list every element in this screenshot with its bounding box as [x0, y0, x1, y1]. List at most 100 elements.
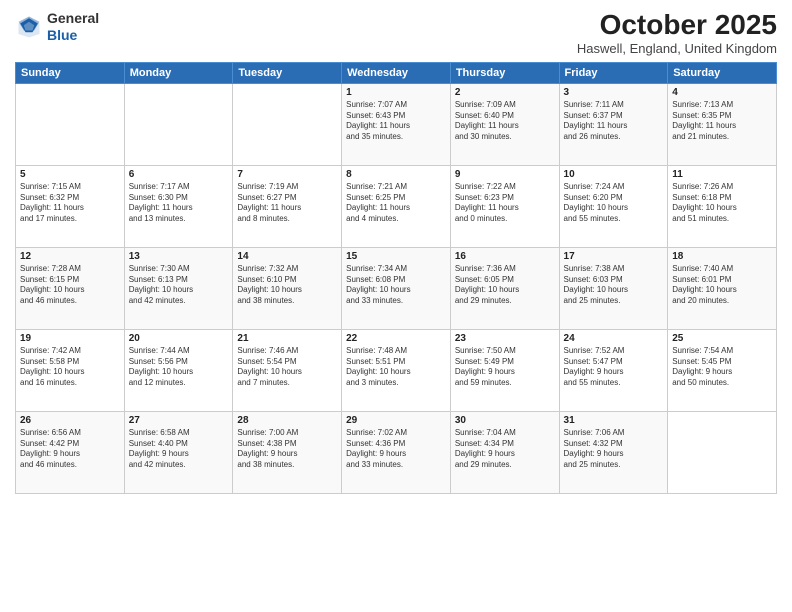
col-thursday: Thursday — [450, 62, 559, 83]
cell-0-6: 4 Sunrise: 7:13 AM Sunset: 6:35 PM Daylig… — [668, 83, 777, 165]
day-info: Sunrise: 7:11 AM Sunset: 6:37 PM Dayligh… — [564, 100, 664, 143]
day-info: Sunrise: 7:34 AM Sunset: 6:08 PM Dayligh… — [346, 264, 446, 307]
day-number: 15 — [346, 251, 446, 262]
week-row-2: 5 Sunrise: 7:15 AM Sunset: 6:32 PM Daylig… — [16, 165, 777, 247]
day-info: Sunrise: 7:06 AM Sunset: 4:32 PM Dayligh… — [564, 428, 664, 471]
cell-2-1: 13Sunrise: 7:30 AM Sunset: 6:13 PM Dayli… — [124, 247, 233, 329]
logo-general: General — [47, 10, 99, 26]
week-row-3: 12 Sunrise: 7:28 AM Sunset: 6:15 PM Dayli… — [16, 247, 777, 329]
day-number: 13 — [129, 251, 229, 262]
day-number: 27 — [129, 415, 229, 426]
day-number: 8 — [346, 169, 446, 180]
day-number: 6 — [129, 169, 229, 180]
day-info: Sunrise: 7:52 AM Sunset: 5:47 PM Dayligh… — [564, 346, 664, 389]
logo-icon — [15, 13, 43, 41]
title-block: October 2025 Haswell, England, United Ki… — [577, 10, 777, 56]
month-title: October 2025 — [577, 10, 777, 41]
cell-0-3: 1 Sunrise: 7:07 AM Sunset: 6:43 PM Daylig… — [342, 83, 451, 165]
cell-3-0: 19 Sunrise: 7:42 AM Sunset: 5:58 PM Dayli… — [16, 329, 125, 411]
day-info: Sunrise: 7:28 AM Sunset: 6:15 PM Dayligh… — [20, 264, 120, 307]
day-number: 29 — [346, 415, 446, 426]
day-info: Sunrise: 7:42 AM Sunset: 5:58 PM Dayligh… — [20, 346, 120, 389]
calendar-table: Sunday Monday Tuesday Wednesday Thursday… — [15, 62, 777, 494]
cell-2-6: 18 Sunrise: 7:40 AM Sunset: 6:01 PM Dayli… — [668, 247, 777, 329]
day-number: 26 — [20, 415, 120, 426]
cell-2-0: 12 Sunrise: 7:28 AM Sunset: 6:15 PM Dayli… — [16, 247, 125, 329]
week-row-4: 19 Sunrise: 7:42 AM Sunset: 5:58 PM Dayli… — [16, 329, 777, 411]
header: General Blue October 2025 Haswell, Engla… — [15, 10, 777, 56]
cell-2-2: 14 Sunrise: 7:32 AM Sunset: 6:10 PM Dayli… — [233, 247, 342, 329]
cell-4-5: 31 Sunrise: 7:06 AM Sunset: 4:32 PM Dayli… — [559, 411, 668, 493]
day-info: Sunrise: 7:40 AM Sunset: 6:01 PM Dayligh… — [672, 264, 772, 307]
calendar-body: 1 Sunrise: 7:07 AM Sunset: 6:43 PM Daylig… — [16, 83, 777, 493]
col-sunday: Sunday — [16, 62, 125, 83]
day-number: 5 — [20, 169, 120, 180]
day-number: 31 — [564, 415, 664, 426]
day-number: 1 — [346, 87, 446, 98]
day-number: 14 — [237, 251, 337, 262]
logo-blue: Blue — [47, 27, 77, 43]
cell-2-5: 17Sunrise: 7:38 AM Sunset: 6:03 PM Dayli… — [559, 247, 668, 329]
day-info: Sunrise: 7:02 AM Sunset: 4:36 PM Dayligh… — [346, 428, 446, 471]
week-row-5: 26 Sunrise: 6:56 AM Sunset: 4:42 PM Dayli… — [16, 411, 777, 493]
day-info: Sunrise: 7:22 AM Sunset: 6:23 PM Dayligh… — [455, 182, 555, 225]
cell-4-1: 27 Sunrise: 6:58 AM Sunset: 4:40 PM Dayli… — [124, 411, 233, 493]
cell-0-0 — [16, 83, 125, 165]
cell-4-6 — [668, 411, 777, 493]
header-row: Sunday Monday Tuesday Wednesday Thursday… — [16, 62, 777, 83]
day-number: 19 — [20, 333, 120, 344]
day-number: 28 — [237, 415, 337, 426]
day-number: 18 — [672, 251, 772, 262]
day-info: Sunrise: 7:24 AM Sunset: 6:20 PM Dayligh… — [564, 182, 664, 225]
day-number: 21 — [237, 333, 337, 344]
cell-1-3: 8 Sunrise: 7:21 AM Sunset: 6:25 PM Daylig… — [342, 165, 451, 247]
location: Haswell, England, United Kingdom — [577, 41, 777, 56]
day-info: Sunrise: 7:04 AM Sunset: 4:34 PM Dayligh… — [455, 428, 555, 471]
day-number: 23 — [455, 333, 555, 344]
day-number: 30 — [455, 415, 555, 426]
logo: General Blue — [15, 10, 99, 44]
cell-4-0: 26 Sunrise: 6:56 AM Sunset: 4:42 PM Dayli… — [16, 411, 125, 493]
cell-1-1: 6Sunrise: 7:17 AM Sunset: 6:30 PM Daylig… — [124, 165, 233, 247]
cell-3-2: 21 Sunrise: 7:46 AM Sunset: 5:54 PM Dayli… — [233, 329, 342, 411]
cell-2-4: 16Sunrise: 7:36 AM Sunset: 6:05 PM Dayli… — [450, 247, 559, 329]
day-number: 10 — [564, 169, 664, 180]
cell-3-1: 20Sunrise: 7:44 AM Sunset: 5:56 PM Dayli… — [124, 329, 233, 411]
col-tuesday: Tuesday — [233, 62, 342, 83]
day-info: Sunrise: 7:32 AM Sunset: 6:10 PM Dayligh… — [237, 264, 337, 307]
day-info: Sunrise: 7:21 AM Sunset: 6:25 PM Dayligh… — [346, 182, 446, 225]
day-number: 22 — [346, 333, 446, 344]
day-info: Sunrise: 7:07 AM Sunset: 6:43 PM Dayligh… — [346, 100, 446, 143]
cell-0-2 — [233, 83, 342, 165]
day-info: Sunrise: 7:38 AM Sunset: 6:03 PM Dayligh… — [564, 264, 664, 307]
day-info: Sunrise: 7:19 AM Sunset: 6:27 PM Dayligh… — [237, 182, 337, 225]
day-info: Sunrise: 7:46 AM Sunset: 5:54 PM Dayligh… — [237, 346, 337, 389]
col-friday: Friday — [559, 62, 668, 83]
week-row-1: 1 Sunrise: 7:07 AM Sunset: 6:43 PM Daylig… — [16, 83, 777, 165]
cell-3-4: 23Sunrise: 7:50 AM Sunset: 5:49 PM Dayli… — [450, 329, 559, 411]
day-info: Sunrise: 7:13 AM Sunset: 6:35 PM Dayligh… — [672, 100, 772, 143]
day-info: Sunrise: 7:15 AM Sunset: 6:32 PM Dayligh… — [20, 182, 120, 225]
cell-1-0: 5 Sunrise: 7:15 AM Sunset: 6:32 PM Daylig… — [16, 165, 125, 247]
cell-3-5: 24 Sunrise: 7:52 AM Sunset: 5:47 PM Dayli… — [559, 329, 668, 411]
day-info: Sunrise: 7:48 AM Sunset: 5:51 PM Dayligh… — [346, 346, 446, 389]
day-number: 4 — [672, 87, 772, 98]
cell-1-6: 11Sunrise: 7:26 AM Sunset: 6:18 PM Dayli… — [668, 165, 777, 247]
day-number: 9 — [455, 169, 555, 180]
day-number: 11 — [672, 169, 772, 180]
day-number: 16 — [455, 251, 555, 262]
day-number: 24 — [564, 333, 664, 344]
day-info: Sunrise: 6:58 AM Sunset: 4:40 PM Dayligh… — [129, 428, 229, 471]
day-number: 20 — [129, 333, 229, 344]
day-info: Sunrise: 7:00 AM Sunset: 4:38 PM Dayligh… — [237, 428, 337, 471]
cell-0-1 — [124, 83, 233, 165]
col-monday: Monday — [124, 62, 233, 83]
day-number: 7 — [237, 169, 337, 180]
cell-3-6: 25 Sunrise: 7:54 AM Sunset: 5:45 PM Dayli… — [668, 329, 777, 411]
day-number: 12 — [20, 251, 120, 262]
day-info: Sunrise: 6:56 AM Sunset: 4:42 PM Dayligh… — [20, 428, 120, 471]
cell-1-4: 9 Sunrise: 7:22 AM Sunset: 6:23 PM Daylig… — [450, 165, 559, 247]
day-info: Sunrise: 7:54 AM Sunset: 5:45 PM Dayligh… — [672, 346, 772, 389]
day-info: Sunrise: 7:09 AM Sunset: 6:40 PM Dayligh… — [455, 100, 555, 143]
day-number: 25 — [672, 333, 772, 344]
